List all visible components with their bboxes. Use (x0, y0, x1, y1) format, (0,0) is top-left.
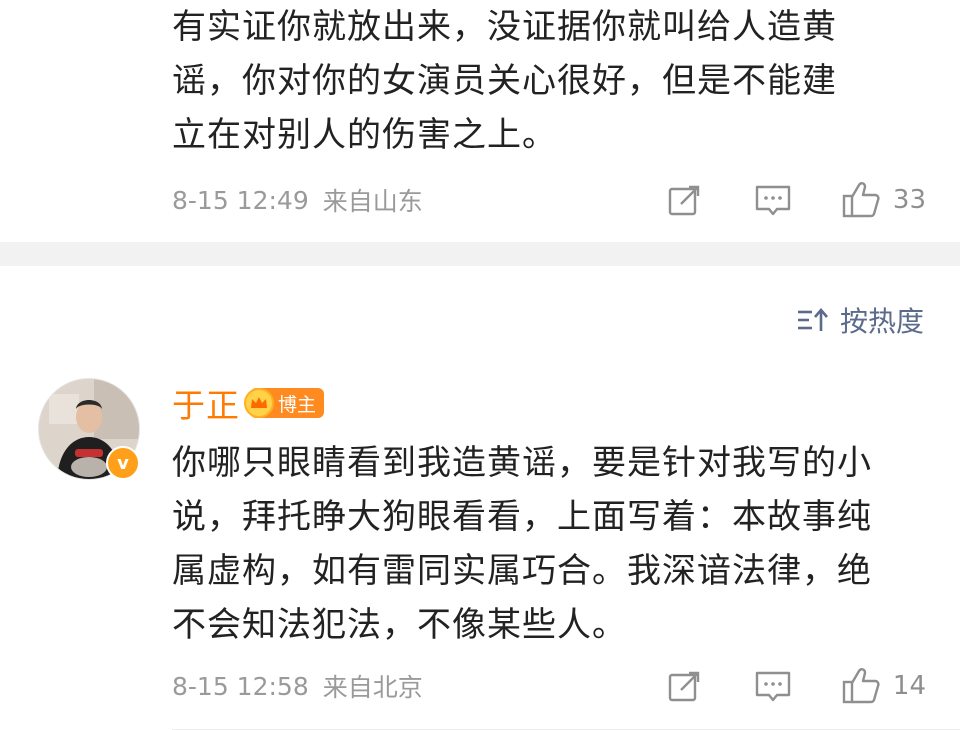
comment-body: 你哪只眼睛看到我造黄谣，要是针对我写的小 说，拜托睁大狗眼看看，上面写着：本故事… (172, 436, 932, 652)
comment-location: 来自北京 (322, 673, 423, 702)
like-button[interactable]: 33 (841, 181, 926, 219)
share-button[interactable] (665, 668, 705, 704)
comment-line: 说，拜托睁大狗眼看看，上面写着：本故事纯 (172, 497, 872, 537)
like-count: 33 (892, 185, 926, 215)
like-count: 14 (892, 671, 926, 701)
comment-line: 立在对别人的伤害之上。 (172, 115, 557, 155)
comment-line: 谣，你对你的女演员关心很好，但是不能建 (172, 61, 837, 101)
comment-line: 属虚构，如有雷同实属巧合。我深谙法律，绝 (172, 551, 872, 591)
comment-body: 有实证你就放出来，没证据你就叫给人造黄 谣，你对你的女演员关心很好，但是不能建 … (172, 0, 932, 162)
sort-icon (797, 308, 828, 331)
comment-line: 不会知法犯法，不像某些人。 (172, 605, 627, 645)
comment-line: 你哪只眼睛看到我造黄谣，要是针对我写的小 (172, 443, 872, 483)
thumbs-up-icon (842, 182, 880, 218)
reply-button[interactable] (753, 182, 793, 218)
thumbs-up-icon (842, 668, 880, 704)
comment-location: 来自山东 (322, 187, 423, 216)
comment-line: 有实证你就放出来，没证据你就叫给人造黄 (172, 7, 837, 47)
crown-icon (244, 388, 274, 418)
verified-badge: v (106, 446, 140, 480)
avatar[interactable]: v (38, 378, 142, 482)
author-name[interactable]: 于正 (172, 379, 240, 427)
comment-meta: 8-15 12:49 来自山东 33 (172, 180, 926, 220)
sort-by-hot-button[interactable]: 按热度 (796, 298, 924, 342)
comment-feed: 有实证你就放出来，没证据你就叫给人造黄 谣，你对你的女演员关心很好，但是不能建 … (0, 0, 960, 730)
reply-button[interactable] (753, 668, 793, 704)
share-icon (668, 671, 700, 702)
share-icon (668, 185, 700, 216)
comment-actions: 14 (665, 667, 926, 705)
comment-icon (755, 185, 791, 216)
sort-label: 按热度 (839, 305, 924, 338)
comment-meta: 8-15 12:58 来自北京 14 (172, 666, 926, 706)
host-badge: 博主 (244, 388, 325, 418)
comment-icon (755, 671, 791, 702)
host-badge-label: 博主 (278, 393, 317, 416)
comment-time: 8-15 12:49 (172, 185, 309, 215)
comment-actions: 33 (665, 181, 926, 219)
like-button[interactable]: 14 (841, 667, 926, 705)
section-divider (0, 242, 960, 266)
author-row: 于正 博主 (172, 379, 325, 427)
comment-time: 8-15 12:58 (172, 671, 309, 701)
share-button[interactable] (665, 182, 705, 218)
